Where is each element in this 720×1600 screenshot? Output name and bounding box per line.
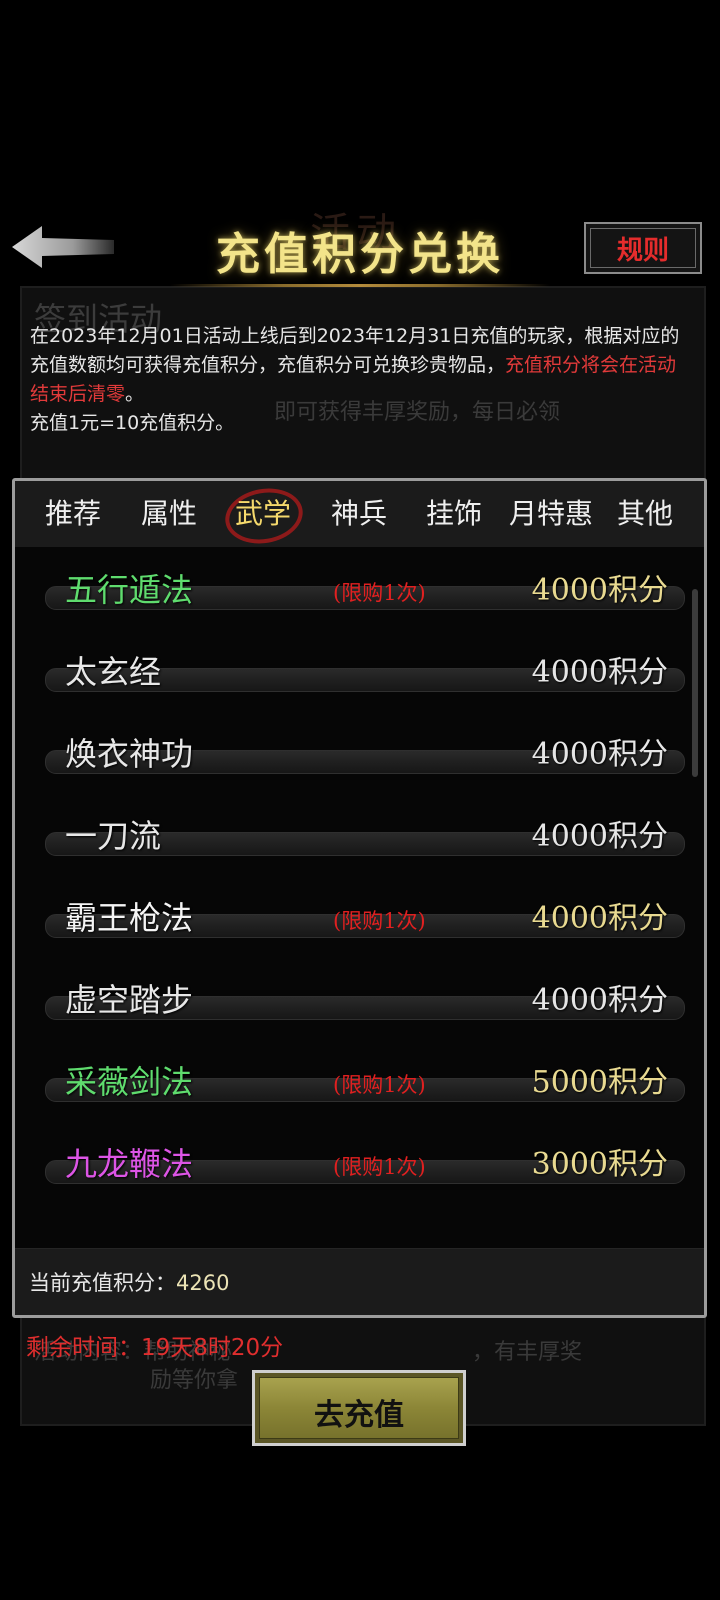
item-price: 3000积分: [531, 1147, 668, 1182]
tab-martial-arts[interactable]: 武学: [227, 491, 299, 537]
item-price: 4000积分: [531, 573, 668, 608]
list-item[interactable]: 采薇剑法 (限购1次) 5000积分: [15, 1043, 704, 1125]
rules-button[interactable]: 规则: [584, 222, 702, 274]
points-label: 当前充值积分：: [29, 1271, 176, 1295]
go-recharge-button[interactable]: 去充值: [252, 1370, 466, 1446]
background-content-rest: ，有丰厚奖: [472, 1340, 583, 1365]
tab-accessories[interactable]: 挂饰: [418, 491, 490, 537]
exchange-modal: 推荐 属性 武学 神兵 挂饰 月特惠 其他 五行遁法 (限购1次) 4000积分…: [12, 478, 707, 1318]
points-value: 4260: [176, 1271, 230, 1295]
recharge-button-label: 去充值: [314, 1398, 404, 1433]
list-item[interactable]: 虚空踏步 4000积分: [15, 961, 704, 1043]
item-limit: (限购1次): [333, 909, 426, 933]
item-name: 一刀流: [65, 817, 162, 855]
item-name: 九龙鞭法: [65, 1145, 194, 1183]
rules-button-label: 规则: [616, 236, 669, 266]
item-price: 4000积分: [531, 737, 668, 772]
event-description: 在2023年12月01日活动上线后到2023年12月31日充值的玩家，根据对应的…: [30, 322, 690, 438]
category-tabs: 推荐 属性 武学 神兵 挂饰 月特惠 其他: [15, 481, 704, 550]
item-name: 虚空踏步: [65, 981, 194, 1019]
item-limit: (限购1次): [333, 1073, 426, 1097]
item-name: 焕衣神功: [65, 735, 194, 773]
title-underline: [170, 284, 550, 287]
item-name: 五行遁法: [65, 571, 194, 609]
list-scrollbar[interactable]: [692, 589, 698, 777]
tab-recommend[interactable]: 推荐: [37, 491, 109, 537]
background-content-line2: 励等你拿: [150, 1368, 239, 1393]
description-end: 。: [125, 383, 145, 405]
item-list: 五行遁法 (限购1次) 4000积分 太玄经 4000积分 焕衣神功 4000积…: [15, 551, 704, 1231]
item-price: 4000积分: [531, 819, 668, 854]
list-item[interactable]: 霸王枪法 (限购1次) 4000积分: [15, 879, 704, 961]
item-limit: (限购1次): [333, 581, 426, 605]
list-item[interactable]: 太玄经 4000积分: [15, 633, 704, 715]
item-name: 采薇剑法: [65, 1063, 194, 1101]
tab-monthly-deals[interactable]: 月特惠: [501, 491, 601, 537]
list-item[interactable]: 焕衣神功 4000积分: [15, 715, 704, 797]
header: 活动 充值积分兑换 规则: [0, 200, 720, 296]
exchange-rate-text: 充值1元=10充值积分。: [30, 412, 235, 434]
item-limit: (限购1次): [333, 1155, 426, 1179]
item-name: 霸王枪法: [65, 899, 194, 937]
item-price: 4000积分: [531, 655, 668, 690]
list-item[interactable]: 一刀流 4000积分: [15, 797, 704, 879]
remaining-time: 剩余时间：19天8时20分: [26, 1335, 284, 1361]
list-item[interactable]: 五行遁法 (限购1次) 4000积分: [15, 551, 704, 633]
item-price: 4000积分: [531, 901, 668, 936]
tab-attributes[interactable]: 属性: [133, 491, 205, 537]
current-points: 当前充值积分：4260: [29, 1267, 229, 1297]
points-footer: 当前充值积分：4260: [15, 1248, 704, 1315]
item-price: 4000积分: [531, 983, 668, 1018]
list-item[interactable]: 九龙鞭法 (限购1次) 3000积分: [15, 1125, 704, 1207]
tab-weapons[interactable]: 神兵: [323, 491, 395, 537]
item-price: 5000积分: [531, 1065, 668, 1100]
tab-others[interactable]: 其他: [609, 491, 681, 537]
item-name: 太玄经: [65, 653, 162, 691]
